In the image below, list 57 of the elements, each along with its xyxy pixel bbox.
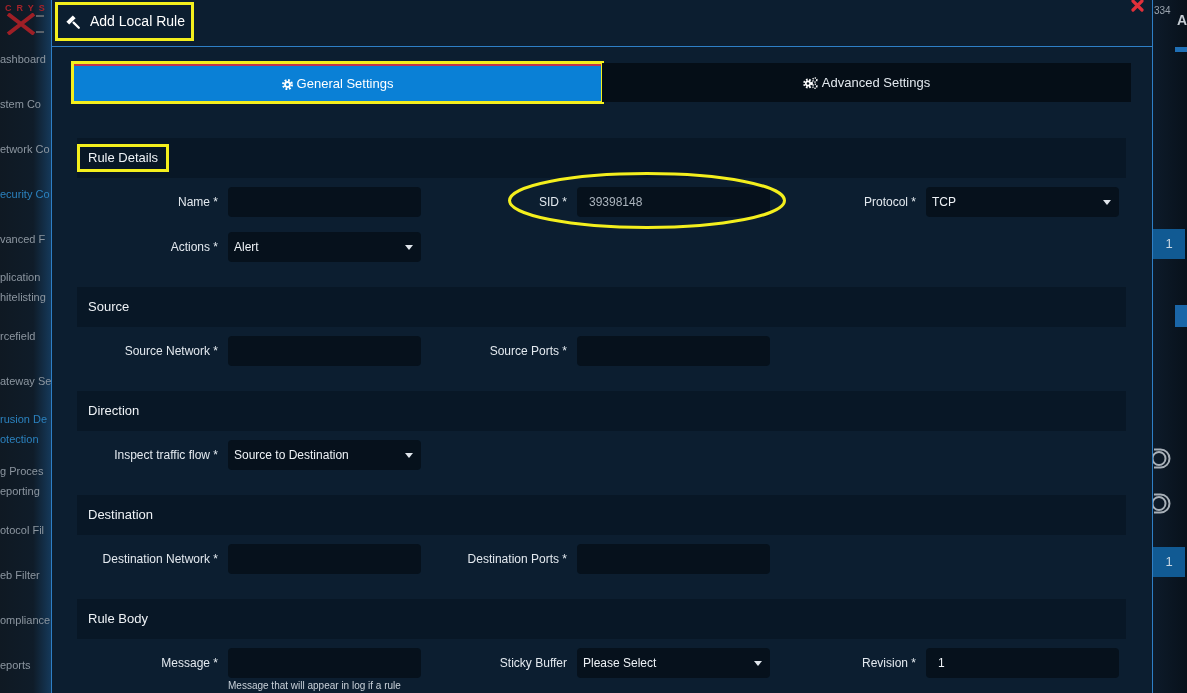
page-button[interactable]: 1 [1153, 229, 1185, 259]
sidebar-item[interactable]: eports [0, 654, 31, 675]
field-label: Revision * [861, 655, 916, 672]
notification-count: 334 [1154, 5, 1171, 16]
help-text: Message that will appear in log if a rule [228, 680, 401, 691]
dropdown[interactable]: Please Select [577, 648, 770, 678]
sidebar-item[interactable]: g Proces eporting [0, 461, 44, 501]
panel-heading: A [1176, 12, 1187, 28]
tab-indicator [1175, 47, 1187, 52]
field-label: Actions * [170, 239, 218, 256]
caret-icon [405, 244, 413, 250]
sidebar-item[interactable]: vanced F [0, 228, 46, 249]
field-label: Protocol * [863, 194, 916, 211]
toggle-switch-icon[interactable] [1153, 448, 1171, 469]
logo-icon [5, 13, 45, 35]
section-title: Rule Details [88, 149, 159, 168]
dialog-title: Add Local Rule [90, 12, 185, 31]
dropdown[interactable]: Source to Destination [228, 440, 421, 470]
page-button[interactable]: 1 [1153, 547, 1185, 577]
toggle-switch-icon[interactable] [1153, 493, 1171, 514]
dropdown[interactable]: TCP [926, 187, 1119, 217]
button-edge[interactable] [1175, 305, 1187, 327]
section-title: Rule Body [88, 610, 148, 629]
gavel-icon [66, 14, 80, 29]
sidebar-item[interactable]: ashboard [0, 48, 46, 69]
sidebar-item[interactable]: ateway Se [0, 370, 52, 391]
field-label: Source Network * [124, 343, 218, 360]
section-title: Direction [88, 402, 140, 421]
gear-icon [281, 78, 293, 90]
sidebar-item[interactable]: otocol Fil [0, 519, 45, 540]
tab[interactable]: Advanced Settings [602, 63, 1131, 102]
field-label: Name * [178, 194, 218, 211]
sidebar-item[interactable]: etwork Co [0, 138, 50, 159]
sidebar-item[interactable]: rusion De otection [0, 409, 48, 449]
field-label: Sticky Buffer [499, 655, 567, 672]
sidebar-item[interactable]: rcefield [0, 325, 36, 346]
caret-icon [405, 452, 413, 458]
section-title: Source [88, 298, 130, 317]
dropdown[interactable]: Alert [228, 232, 421, 262]
field-label: Destination Network * [102, 551, 218, 568]
field-label: Source Ports * [489, 343, 567, 360]
sidebar-item[interactable]: plication hitelisting [0, 267, 46, 307]
field-label: Message * [161, 655, 218, 672]
caret-icon [1103, 199, 1111, 205]
sidebar-item[interactable]: ecurity Co [0, 183, 50, 204]
field-label: Destination Ports * [467, 551, 567, 568]
logo-text: CRYS [5, 3, 50, 13]
caret-icon [754, 660, 762, 666]
close-icon[interactable] [1131, 0, 1144, 12]
text-field[interactable]: 1 [926, 648, 1119, 678]
sidebar-item[interactable]: stem Co [0, 93, 41, 114]
sidebar-item[interactable]: eb Filter [0, 564, 40, 585]
field-label: Inspect traffic flow * [114, 447, 218, 464]
sidebar-item[interactable]: ompliance [0, 609, 51, 630]
section-title: Destination [88, 506, 154, 525]
gears-icon [802, 76, 818, 89]
field-label: SID * [539, 194, 567, 211]
